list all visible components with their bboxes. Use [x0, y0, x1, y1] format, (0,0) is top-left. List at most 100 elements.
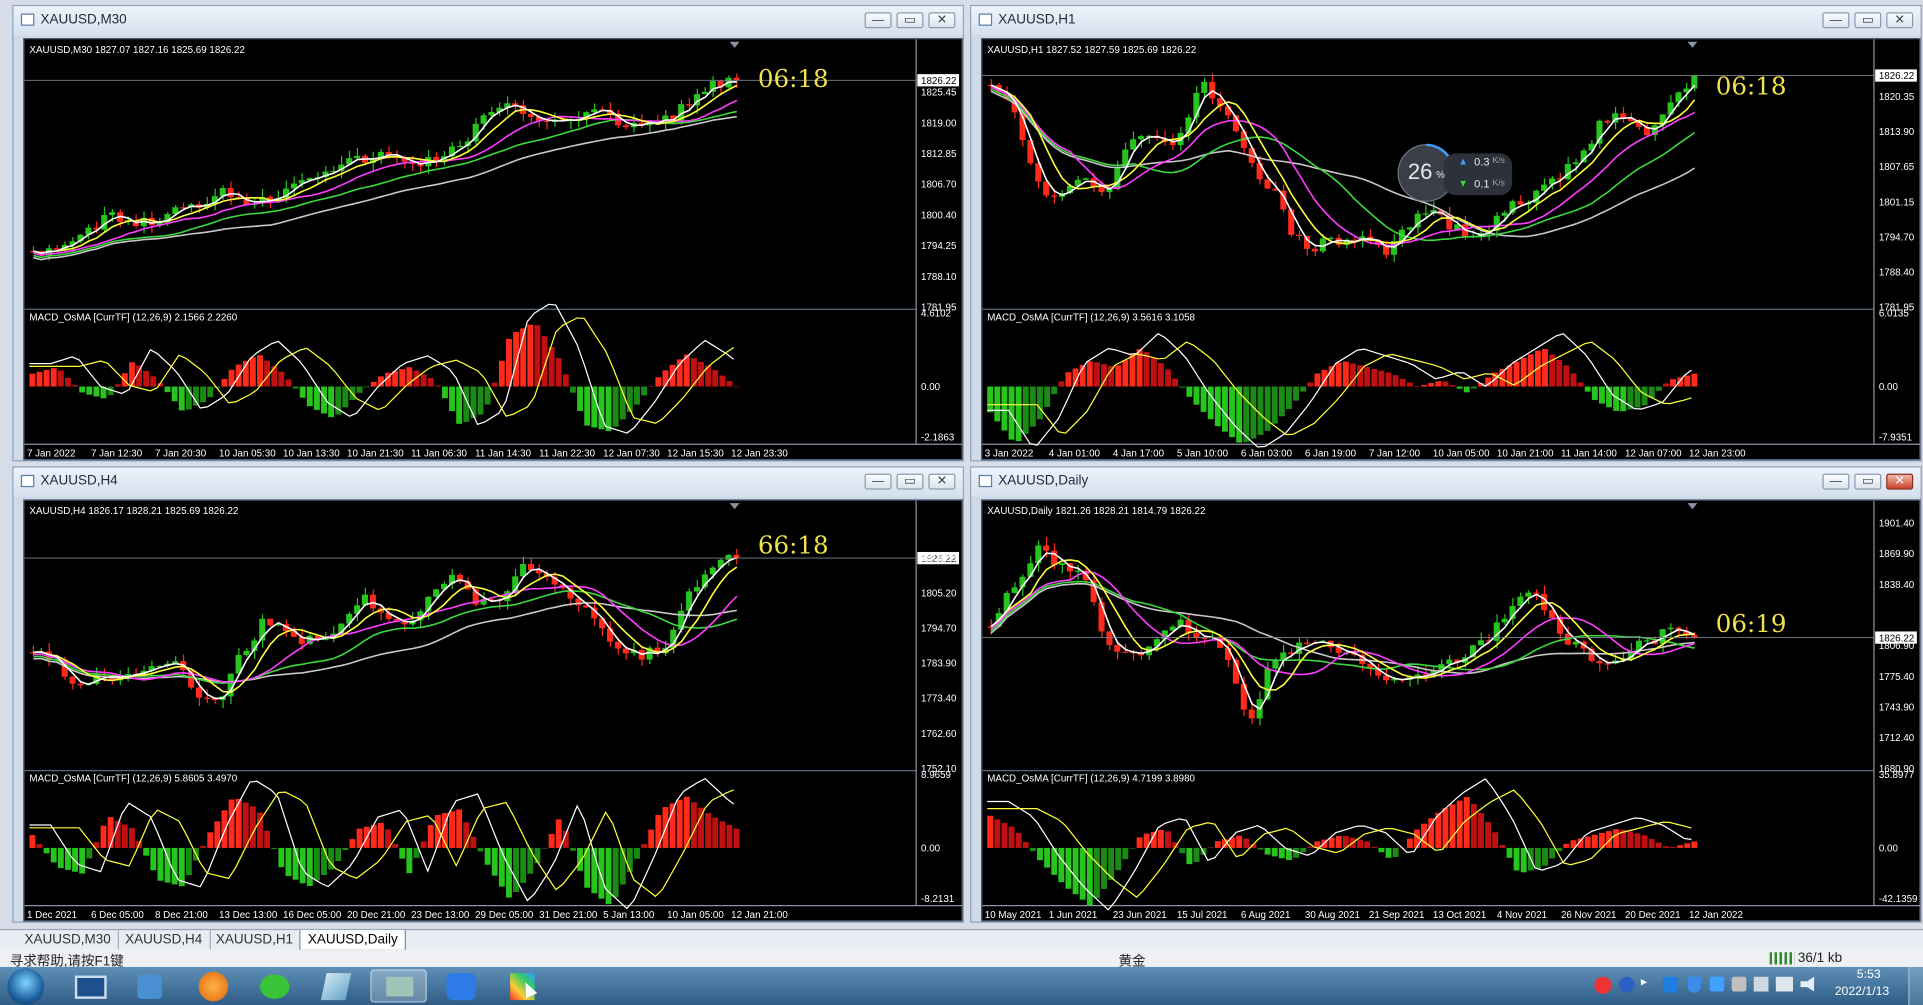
macd-histogram-bar [420, 374, 427, 387]
sogou-ime-icon[interactable] [1594, 976, 1612, 994]
macd-histogram-bar [1641, 386, 1648, 406]
volume-icon[interactable] [1800, 976, 1815, 992]
macd-axis-label: 0.00 [921, 844, 941, 855]
chart-canvas[interactable]: 1826.22 1816.00 1805.20 1794.70 1783.90 1773.… [23, 499, 964, 922]
macd-histogram-bar [1442, 381, 1449, 387]
minimize-button[interactable]: — [1822, 473, 1850, 490]
macd-histogram-bar [1627, 831, 1634, 848]
candle-body [1043, 545, 1050, 551]
macd-histogram-bar [342, 386, 349, 408]
candle-body [1604, 663, 1611, 665]
help-tray-icon[interactable] [1618, 976, 1635, 993]
macd-histogram-bar [370, 381, 377, 387]
price-chart-svg: 1901.401869.901838.401826.221806.901775.… [982, 500, 1922, 921]
shield-icon[interactable] [1687, 976, 1702, 993]
macd-histogram-bar [321, 847, 327, 876]
time-axis-label: 21 Sep 2021 [1369, 910, 1425, 921]
macd-histogram-bar [1570, 373, 1577, 387]
start-orb-icon[interactable] [7, 968, 45, 1005]
window-titlebar[interactable]: XAUUSD,Daily — ▭ ✕ [971, 467, 1921, 497]
tab-xauusd-daily[interactable]: XAUUSD,Daily [299, 930, 407, 952]
macd-histogram-bar [221, 810, 228, 848]
notebook-icon[interactable] [312, 969, 361, 1002]
maximize-button[interactable]: ▭ [896, 473, 924, 490]
time-axis-label: 5 Jan 10:00 [1177, 448, 1229, 459]
macd-axis-label: 8.9659 [921, 770, 951, 781]
network-tray-icon[interactable] [1775, 976, 1793, 992]
macd-histogram-bar [1662, 846, 1669, 848]
maximize-button[interactable]: ▭ [896, 12, 924, 29]
window-titlebar[interactable]: XAUUSD,M30 — ▭ ✕ [13, 6, 963, 36]
tab-xauusd-h1[interactable]: XAUUSD,H1 [208, 930, 302, 950]
macd-histogram-bar [306, 386, 313, 407]
tab-xauusd-h4[interactable]: XAUUSD,H4 [118, 930, 211, 950]
price-chart-svg: 1826.22 1820.35 1813.90 1807.65 1801.15 1794.… [982, 39, 1922, 459]
macd-histogram-bar [285, 847, 292, 877]
macd-histogram-bar [1122, 847, 1129, 860]
macd-histogram-bar [1478, 812, 1484, 848]
macd-histogram-bar [285, 379, 292, 387]
macd-indicator-label: MACD_OsMA [CurrTF] (12,26,9) 4.7199 3.89… [987, 773, 1196, 785]
macd-histogram-bar [1300, 847, 1307, 853]
show-desktop-button[interactable] [1908, 966, 1923, 1005]
candle-body [1098, 186, 1105, 193]
close-button[interactable]: ✕ [1886, 473, 1914, 490]
chart-canvas[interactable]: 1901.40 1869.90 1838.40 1826.22 1806.90 1775.… [981, 499, 1922, 922]
ma-yellow-line [33, 84, 738, 254]
minimize-button[interactable]: — [864, 12, 892, 29]
tab-xauusd-m30[interactable]: XAUUSD,M30 [17, 930, 120, 950]
minimize-button[interactable]: — [1822, 12, 1850, 29]
price-axis-label: 1762.60 [921, 729, 957, 740]
flag-tray-icon[interactable] [1753, 976, 1769, 992]
macd-histogram-bar [1015, 832, 1022, 848]
close-button[interactable]: ✕ [1886, 12, 1914, 29]
macd-histogram-bar [64, 377, 71, 387]
chart-canvas[interactable]: 1826.22 1820.35 1813.90 1807.65 1801.15 1794.… [981, 38, 1922, 461]
wechat-icon[interactable] [250, 969, 299, 1002]
macd-histogram-bar [1022, 386, 1029, 434]
minimize-button[interactable]: — [864, 473, 892, 490]
macd-histogram-bar [520, 847, 527, 883]
macd-histogram-bar [1655, 842, 1662, 848]
contacts-icon[interactable] [125, 969, 174, 1002]
network-speed-widget[interactable]: 26 % ▲ 0.3 K/s ▼ 0.1 K/s [1397, 143, 1514, 203]
macd-histogram-bar [1542, 847, 1548, 866]
macd-histogram-bar [1684, 843, 1691, 848]
macd-histogram-bar [1598, 386, 1605, 404]
maximize-button[interactable]: ▭ [1854, 12, 1882, 29]
chart-window-icon [978, 13, 993, 26]
taskbar-date[interactable]: 2022/1/13 [1835, 985, 1890, 998]
trading-app-icon[interactable] [370, 969, 427, 1003]
macd-histogram-bar [36, 844, 43, 848]
browser-icon[interactable] [189, 969, 238, 1002]
desktop-icon[interactable] [64, 969, 113, 1002]
chart-canvas[interactable]: 1826.22 1825.45 1819.00 1812.85 1806.70 1800.… [23, 38, 964, 461]
macd-histogram-bar [178, 386, 185, 411]
window-titlebar[interactable]: XAUUSD,H4 — ▭ ✕ [13, 467, 963, 497]
taskbar-time[interactable]: 5:53 [1857, 968, 1881, 981]
network-percent-unit: % [1436, 169, 1445, 181]
macd-histogram-bar [648, 829, 655, 848]
macd-histogram-bar [1243, 838, 1250, 848]
close-button[interactable]: ✕ [928, 12, 956, 29]
feishu-icon[interactable] [437, 969, 486, 1002]
macd-histogram-bar [1456, 386, 1463, 389]
macd-histogram-bar [570, 847, 576, 851]
macd-histogram-bar [994, 819, 1001, 848]
macd-histogram-bar [420, 841, 427, 848]
bluetooth-tray-icon[interactable] [1662, 976, 1678, 993]
maximize-button[interactable]: ▭ [1854, 473, 1882, 490]
macd-histogram-bar [1591, 834, 1598, 848]
macd-histogram-bar [1442, 807, 1449, 848]
window-titlebar[interactable]: XAUUSD,H1 — ▭ ✕ [971, 6, 1921, 36]
macd-histogram-bar [1620, 386, 1627, 412]
expand-tray-icon[interactable]: ▸ [1641, 976, 1647, 989]
security-tray-icon[interactable] [1709, 976, 1725, 992]
macd-histogram-bar [456, 809, 463, 848]
candle-body [1224, 647, 1232, 660]
usb-tray-icon[interactable] [1731, 976, 1747, 992]
price-axis-label: 1869.90 [1879, 549, 1915, 560]
close-button[interactable]: ✕ [928, 473, 956, 490]
macd-histogram-bar [200, 386, 207, 403]
ma-white-line [990, 552, 1695, 711]
